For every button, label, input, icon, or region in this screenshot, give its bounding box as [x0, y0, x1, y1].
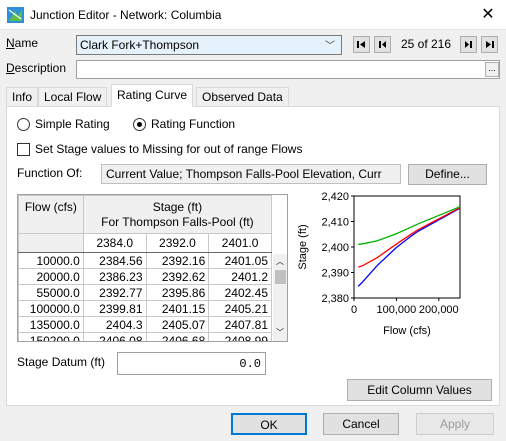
- close-icon[interactable]: ✕: [470, 0, 506, 30]
- x-axis-label: Flow (cfs): [383, 325, 431, 337]
- flow-cell[interactable]: 150200.0: [18, 332, 84, 341]
- stage-cell[interactable]: 2406.68: [145, 332, 210, 341]
- scrollbar-thumb[interactable]: [275, 270, 286, 284]
- table-row[interactable]: 150200.0 2406.08 2406.68 2408.99: [18, 332, 272, 341]
- last-icon: [486, 41, 494, 48]
- rating-table: Flow (cfs) Stage (ft) For Thompson Falls…: [17, 194, 288, 342]
- table-row[interactable]: 20000.0 2386.23 2392.62 2401.2: [18, 268, 272, 285]
- function-of-label: Function Of:: [17, 166, 83, 180]
- stage-cell[interactable]: 2405.07: [145, 316, 210, 333]
- stage-cell[interactable]: 2401.05: [208, 252, 272, 269]
- first-record-button[interactable]: [353, 36, 370, 53]
- next-record-button[interactable]: [460, 36, 477, 53]
- missing-stage-label: Set Stage values to Missing for out of r…: [35, 142, 303, 156]
- plot-area: [353, 195, 461, 299]
- rating-function-label: Rating Function: [151, 117, 236, 131]
- scroll-down-icon[interactable]: ﹀: [276, 327, 284, 338]
- description-label: Description: [6, 61, 67, 75]
- scroll-up-icon[interactable]: ︿: [276, 256, 284, 267]
- simple-rating-radio[interactable]: [17, 118, 30, 131]
- y-tick-label: 2,380: [321, 293, 349, 305]
- stage-column-header[interactable]: 2401.0: [208, 233, 272, 253]
- app-icon: [7, 7, 24, 23]
- table-scrollbar[interactable]: ︿ ﹀: [273, 254, 287, 341]
- y-axis-label: Stage (ft): [297, 224, 309, 269]
- stage-cell[interactable]: 2402.45: [208, 284, 272, 301]
- apply-button[interactable]: Apply: [416, 413, 494, 435]
- previous-icon: [379, 41, 386, 48]
- function-of-value: Current Value; Thompson Falls-Pool Eleva…: [106, 167, 382, 181]
- stage-cell[interactable]: 2405.21: [208, 300, 272, 317]
- tab-info[interactable]: Info: [6, 87, 39, 107]
- tab-rating-curve[interactable]: Rating Curve: [111, 84, 194, 107]
- flow-cell[interactable]: 10000.0: [18, 252, 84, 269]
- stage-cell[interactable]: 2404.3: [82, 316, 147, 333]
- edit-column-values-button[interactable]: Edit Column Values: [347, 379, 492, 401]
- missing-stage-checkbox[interactable]: [17, 143, 30, 156]
- rating-function-radio[interactable]: [133, 118, 146, 131]
- flow-cell[interactable]: 100000.0: [18, 300, 84, 317]
- record-counter: 25 of 216: [395, 36, 457, 53]
- stage-cell[interactable]: 2406.08: [82, 332, 147, 341]
- stage-datum-value: 0.0: [239, 357, 261, 371]
- stage-header: Stage (ft) For Thompson Falls-Pool (ft): [82, 195, 273, 234]
- stage-cell[interactable]: 2401.2: [208, 268, 272, 285]
- flow-cell[interactable]: 20000.0: [18, 268, 84, 285]
- stage-datum-field[interactable]: 0.0: [117, 352, 266, 375]
- stage-cell[interactable]: 2407.81: [208, 316, 272, 333]
- stage-column-header[interactable]: 2384.0: [82, 233, 147, 253]
- stage-cell[interactable]: 2392.62: [145, 268, 210, 285]
- tab-local-flow[interactable]: Local Flow: [38, 87, 108, 107]
- chevron-down-icon: ﹀: [325, 41, 335, 52]
- stage-column-header[interactable]: 2392.0: [145, 233, 210, 253]
- x-tick-label: 100,000: [377, 304, 417, 316]
- define-button[interactable]: Define...: [408, 164, 487, 185]
- y-tick-label: 2,420: [321, 191, 349, 203]
- y-tick-label: 2,400: [321, 242, 349, 254]
- last-record-button[interactable]: [481, 36, 498, 53]
- cancel-button[interactable]: Cancel: [323, 413, 399, 435]
- title-bar: Junction Editor - Network: Columbia ✕: [0, 0, 506, 30]
- flow-header: Flow (cfs): [18, 195, 84, 234]
- flow-cell[interactable]: 135000.0: [18, 316, 84, 333]
- ok-button[interactable]: OK: [231, 413, 307, 435]
- stage-header-line1: Stage (ft): [152, 199, 203, 214]
- stage-cell[interactable]: 2392.77: [82, 284, 147, 301]
- stage-cell[interactable]: 2399.81: [82, 300, 147, 317]
- stage-cell[interactable]: 2395.86: [145, 284, 210, 301]
- stage-cell[interactable]: 2401.15: [145, 300, 210, 317]
- first-icon: [357, 41, 365, 48]
- rating-chart: 2,380 2,390 2,400 2,410 2,420 0 100,000 200,000…: [297, 191, 461, 337]
- simple-rating-label: Simple Rating: [35, 117, 110, 131]
- name-value: Clark Fork+Thompson: [80, 38, 200, 52]
- stage-cell[interactable]: 2392.16: [145, 252, 210, 269]
- name-dropdown[interactable]: Clark Fork+Thompson ﹀: [76, 35, 342, 55]
- stage-cell[interactable]: 2386.23: [82, 268, 147, 285]
- function-of-field: Current Value; Thompson Falls-Pool Eleva…: [101, 164, 401, 184]
- description-field[interactable]: ...: [76, 60, 500, 79]
- y-tick-label: 2,410: [321, 217, 349, 229]
- stage-header-line2: For Thompson Falls-Pool (ft): [101, 214, 254, 229]
- y-tick-label: 2,390: [321, 268, 349, 280]
- next-icon: [465, 41, 472, 48]
- tab-observed-data[interactable]: Observed Data: [196, 87, 289, 107]
- flow-cell[interactable]: 55000.0: [18, 284, 84, 301]
- stage-datum-label: Stage Datum (ft): [17, 355, 106, 369]
- table-row[interactable]: 135000.0 2404.3 2405.07 2407.81: [18, 316, 272, 333]
- stage-cell[interactable]: 2384.56: [82, 252, 147, 269]
- stage-cell[interactable]: 2408.99: [208, 332, 272, 341]
- x-tick-label: 200,000: [419, 304, 459, 316]
- name-label: Name: [6, 36, 39, 50]
- window-title: Junction Editor - Network: Columbia: [30, 8, 222, 22]
- table-row[interactable]: 100000.0 2399.81 2401.15 2405.21: [18, 300, 272, 317]
- table-row[interactable]: 55000.0 2392.77 2395.86 2402.45: [18, 284, 272, 301]
- description-expand-button[interactable]: ...: [485, 62, 499, 77]
- previous-record-button[interactable]: [374, 36, 391, 53]
- table-row[interactable]: 10000.0 2384.56 2392.16 2401.05: [18, 252, 272, 269]
- x-tick-label: 0: [351, 304, 357, 316]
